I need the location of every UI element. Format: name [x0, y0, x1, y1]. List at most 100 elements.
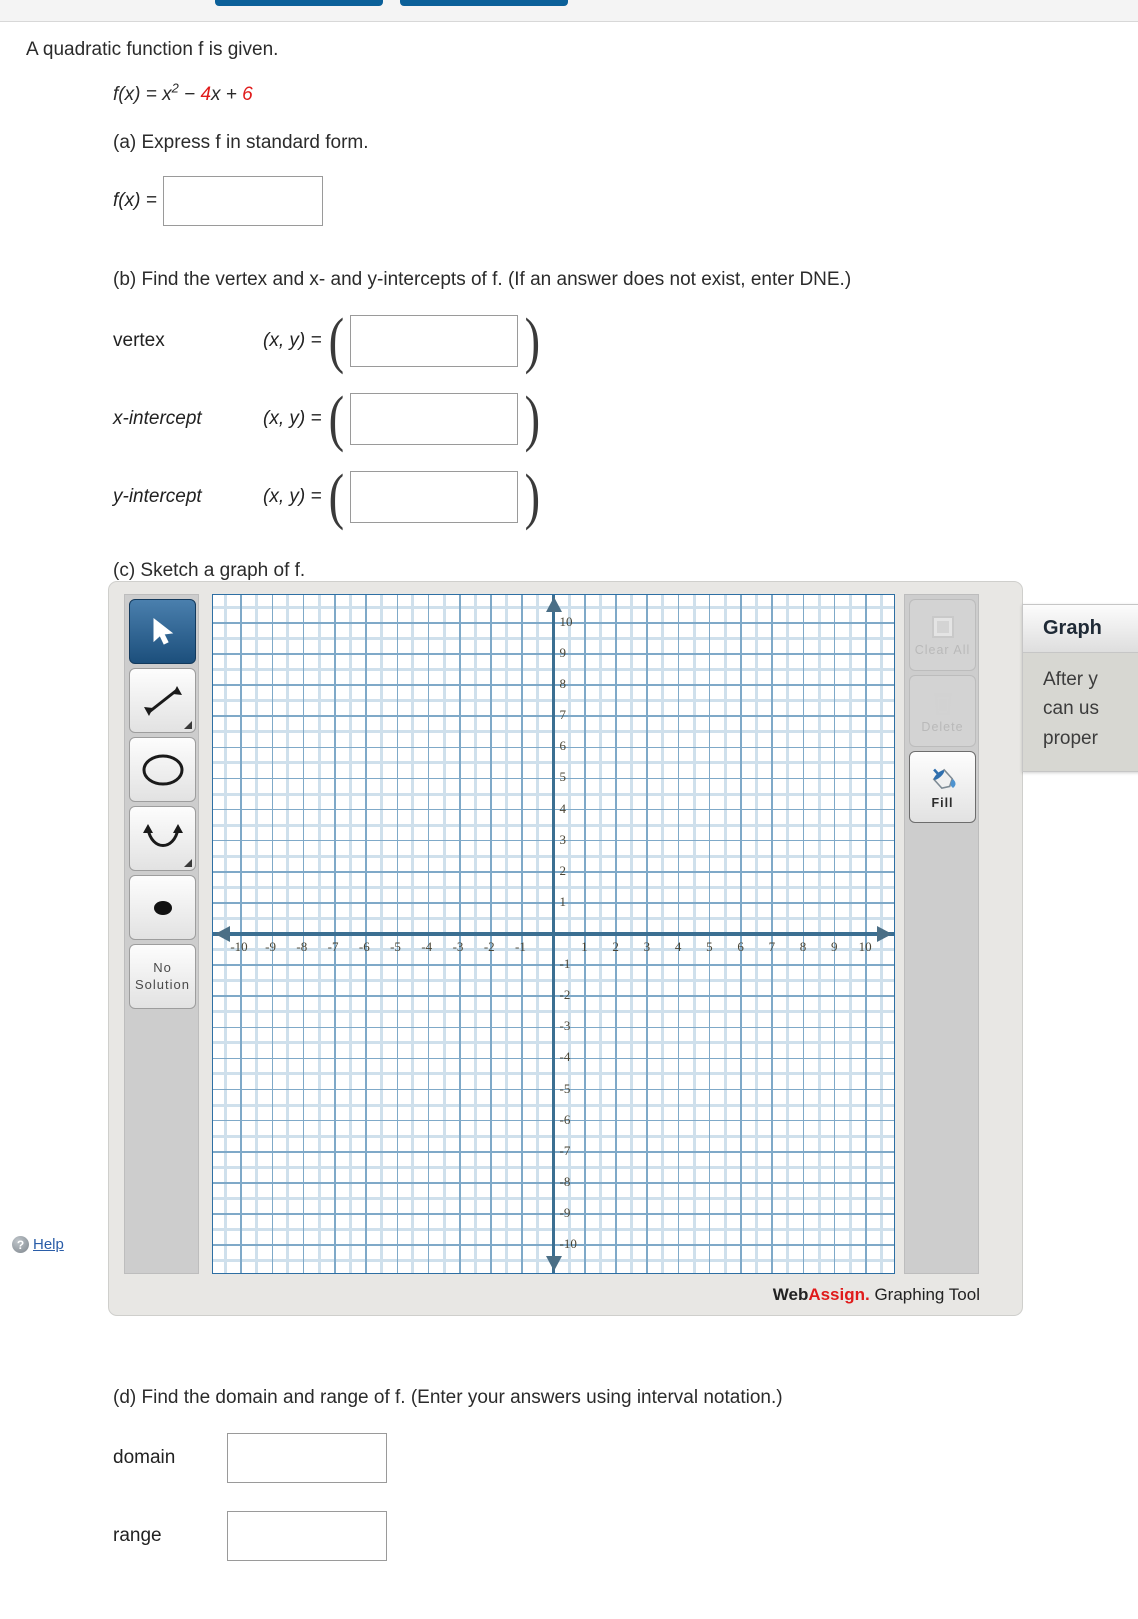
y-axis [551, 595, 556, 1273]
axis-arrow-up [545, 597, 562, 612]
tool-line-segment-button[interactable] [129, 668, 196, 733]
y-tick-label: 5 [559, 769, 567, 785]
part-a-label: f(x) = [113, 190, 157, 212]
graph-grid: -10 -9 -8 -7 -6 -5 -4 -3 -2 -1 1 2 3 4 5 6 7 8 9 10 10 9 8 7 6 5 4… [213, 595, 894, 1273]
circle-icon [142, 754, 183, 785]
tool-no-solution-button[interactable]: No Solution [129, 944, 196, 1009]
range-label: range [113, 1524, 162, 1546]
cursor-icon [153, 617, 173, 645]
y-tick-label: 1 [559, 893, 567, 909]
graph-tool-left-toolbar: No Solution [124, 594, 199, 1274]
line-segment-icon [143, 685, 182, 716]
y-tick-label: -1 [559, 956, 571, 972]
x-tick-label: -9 [265, 939, 276, 954]
graph-canvas[interactable]: -10 -9 -8 -7 -6 -5 -4 -3 -2 -1 1 2 3 4 5 6 7 8 9 10 10 9 8 7 6 5 4… [212, 594, 895, 1274]
y-tick-label: -5 [559, 1080, 571, 1096]
x-tick-label: -1 [515, 939, 526, 954]
x-tick-label: -5 [390, 939, 401, 954]
y-tick-label: 6 [559, 738, 567, 754]
clear-all-icon [931, 615, 954, 638]
y-tick-label: 10 [559, 613, 573, 629]
x-tick-label: 2 [612, 939, 619, 954]
x-intercept-input[interactable] [350, 392, 519, 445]
popup-title: Graph [1023, 605, 1138, 653]
formula-lhs: f(x) = x [113, 83, 172, 105]
vertex-input[interactable] [350, 314, 519, 367]
x-tick-label: 1 [581, 939, 588, 954]
delete-label: Delete [921, 719, 964, 734]
tool-cursor-button[interactable] [129, 599, 196, 664]
vertex-coords-label: (x, y) = [263, 329, 322, 351]
domain-label: domain [113, 1446, 176, 1468]
x-tick-label: 10 [858, 939, 872, 954]
y-tick-label: 3 [559, 831, 567, 847]
brand-web: Web [772, 1285, 809, 1304]
y-intercept-input[interactable] [350, 470, 519, 523]
popup-line-2: can us [1043, 698, 1099, 720]
x-intercept-open-paren: ( [328, 384, 344, 453]
tool-circle-button[interactable] [129, 737, 196, 802]
y-tick-label: -3 [559, 1018, 571, 1034]
y-tick-label: -8 [559, 1173, 571, 1189]
vertex-close-paren: ) [524, 306, 541, 375]
part-d-prompt: (d) Find the domain and range of f. (Ent… [113, 1387, 783, 1408]
axis-arrow-right [877, 926, 892, 942]
webassign-brand: WebAssign. Graphing Tool [773, 1285, 980, 1305]
parabola-icon [142, 823, 183, 847]
x-tick-label: -8 [296, 939, 308, 954]
y-tick-label: 9 [559, 645, 567, 661]
help-icon: ? [12, 1236, 29, 1253]
x-tick-label: -7 [327, 939, 339, 954]
tool-no-solution-label: No Solution [135, 960, 190, 992]
graph-help-popup: Graph After y can us proper [1022, 604, 1138, 773]
brand-rest: Graphing Tool [869, 1285, 980, 1304]
domain-input[interactable] [227, 1432, 387, 1483]
y-intercept-label: y-intercept [113, 485, 202, 507]
y-tick-label: -7 [559, 1142, 571, 1158]
part-c-prompt: (c) Sketch a graph of f. [113, 559, 306, 581]
question-intro: A quadratic function f is given. [26, 39, 279, 60]
y-intercept-open-paren: ( [328, 462, 344, 531]
tool-expand-corner-icon [184, 721, 192, 729]
x-tick-label: -10 [230, 939, 248, 954]
x-tick-label: -6 [358, 939, 370, 954]
x-intercept-close-paren: ) [524, 384, 541, 453]
delete-button[interactable]: Delete [909, 675, 976, 747]
formula-var: x + [211, 83, 243, 105]
tool-point-button[interactable] [129, 875, 196, 940]
brand-assign: Assign. [808, 1285, 870, 1304]
x-intercept-label: x-intercept [113, 407, 202, 429]
fill-button[interactable]: Fill [909, 751, 976, 823]
popup-line-1: After y [1043, 669, 1098, 690]
tool-parabola-button[interactable] [129, 806, 196, 871]
x-tick-label: -3 [452, 939, 464, 954]
y-tick-label: -9 [559, 1204, 571, 1220]
help-button[interactable]: ? Help [12, 1236, 64, 1253]
point-icon [153, 900, 172, 915]
toolbar-button-2[interactable] [400, 0, 568, 6]
y-tick-label: 2 [559, 862, 567, 878]
formula-coefficient: 4 [200, 83, 212, 105]
range-input[interactable] [227, 1510, 387, 1561]
toolbar-button-1[interactable] [215, 0, 383, 6]
help-label: Help [33, 1236, 64, 1253]
x-tick-label: -4 [421, 939, 433, 954]
y-intercept-coords-label: (x, y) = [263, 485, 322, 507]
x-tick-label: 3 [643, 939, 651, 954]
x-tick-label: -2 [483, 939, 495, 954]
popup-line-3: proper [1043, 727, 1098, 749]
graphing-tool: No Solution -10 -9 -8 -7 -6 -5 -4 -3 -2 -1 1 2 3 4 5 6 7… [108, 581, 1023, 1316]
part-d-section: (d) Find the domain and range of f. (Ent… [113, 1386, 1073, 1561]
axis-arrow-down [545, 1256, 562, 1271]
y-tick-label: -4 [559, 1049, 571, 1065]
clear-all-button[interactable]: Clear All [909, 599, 976, 671]
x-tick-label: 9 [831, 939, 838, 954]
formula-mid: − [178, 83, 201, 105]
vertex-open-paren: ( [328, 306, 344, 375]
axis-arrow-left [215, 926, 230, 942]
question-body: A quadratic function f is given. f(x) = … [0, 22, 1138, 583]
x-tick-label: 5 [706, 939, 713, 954]
y-tick-label: -6 [559, 1111, 571, 1127]
part-a-input[interactable] [162, 176, 323, 227]
vertex-label: vertex [113, 329, 165, 351]
